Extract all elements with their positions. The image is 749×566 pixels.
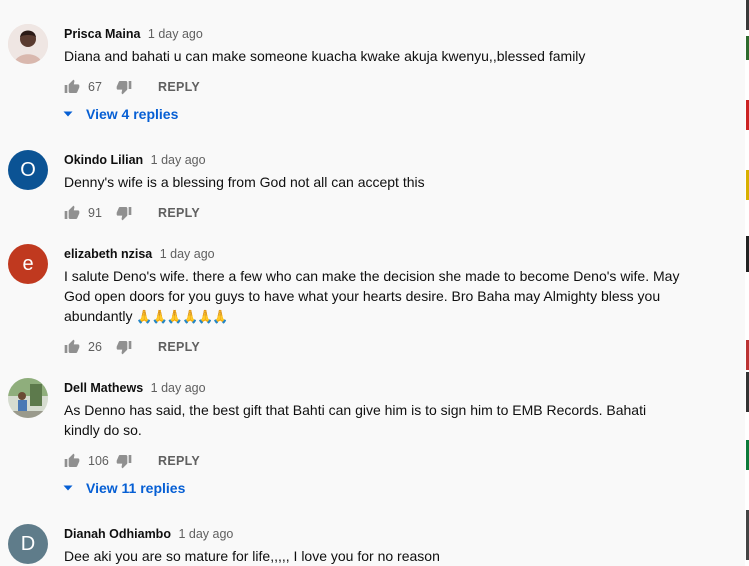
thumbs-down-icon [116,455,132,469]
comment-time[interactable]: 1 day ago [151,153,206,167]
thumbs-up-icon [64,339,80,353]
avatar[interactable] [8,24,48,64]
comment-text: I salute Deno's wife. there a few who ca… [64,266,684,327]
like-count: 26 [88,340,102,354]
avatar-letter: D [20,532,36,555]
view-replies-label: View 11 replies [86,480,186,496]
like-count: 91 [88,206,102,220]
thumbs-up-icon [64,205,80,219]
reply-button[interactable]: REPLY [158,340,200,354]
comment-time[interactable]: 1 day ago [178,527,233,541]
view-replies-button[interactable]: View 4 replies [62,104,178,124]
comment-time[interactable]: 1 day ago [160,247,215,261]
like-button[interactable] [64,205,80,221]
chevron-down-icon [63,485,73,491]
reply-button[interactable]: REPLY [158,80,200,94]
reply-button[interactable]: REPLY [158,454,200,468]
chevron-down-icon [63,111,73,117]
comment-author[interactable]: Dell Mathews [64,381,143,395]
view-replies-label: View 4 replies [86,106,179,122]
view-replies-button[interactable]: View 11 replies [62,478,185,498]
comment-author[interactable]: Prisca Maina [64,27,140,41]
comment-text: Denny's wife is a blessing from God not … [64,174,425,190]
thumbs-down-icon [116,207,132,221]
avatar[interactable]: O [8,150,48,190]
comment-text: As Denno has said, the best gift that Ba… [64,402,647,438]
praying-hands-emoji: 🙏🙏🙏🙏🙏🙏 [136,309,228,324]
thumbs-down-icon [116,81,132,95]
like-button[interactable] [64,339,80,355]
thumbs-down-icon [116,341,132,355]
avatar[interactable] [8,378,48,418]
like-button[interactable] [64,453,80,469]
dislike-button[interactable] [116,79,132,95]
sidebar-edge [745,0,749,566]
thumbs-up-icon [64,79,80,93]
dislike-button[interactable] [116,453,132,469]
comment-author[interactable]: Okindo Lilian [64,153,143,167]
reply-button[interactable]: REPLY [158,206,200,220]
like-count: 67 [88,80,102,94]
comment-author[interactable]: Dianah Odhiambo [64,527,171,541]
comment-author[interactable]: elizabeth nzisa [64,247,152,261]
like-count: 106 [88,454,109,468]
dislike-button[interactable] [116,205,132,221]
dislike-button[interactable] [116,339,132,355]
avatar[interactable]: e [8,244,48,284]
avatar-letter: e [22,252,34,275]
avatar-letter: O [20,158,36,181]
comment-text: Diana and bahati u can make someone kuac… [64,48,586,64]
like-button[interactable] [64,79,80,95]
comment-time[interactable]: 1 day ago [148,27,203,41]
comment-text: Dee aki you are so mature for life,,,,, … [64,548,440,564]
comment-time[interactable]: 1 day ago [151,381,206,395]
thumbs-up-icon [64,453,80,467]
avatar[interactable]: D [8,524,48,564]
